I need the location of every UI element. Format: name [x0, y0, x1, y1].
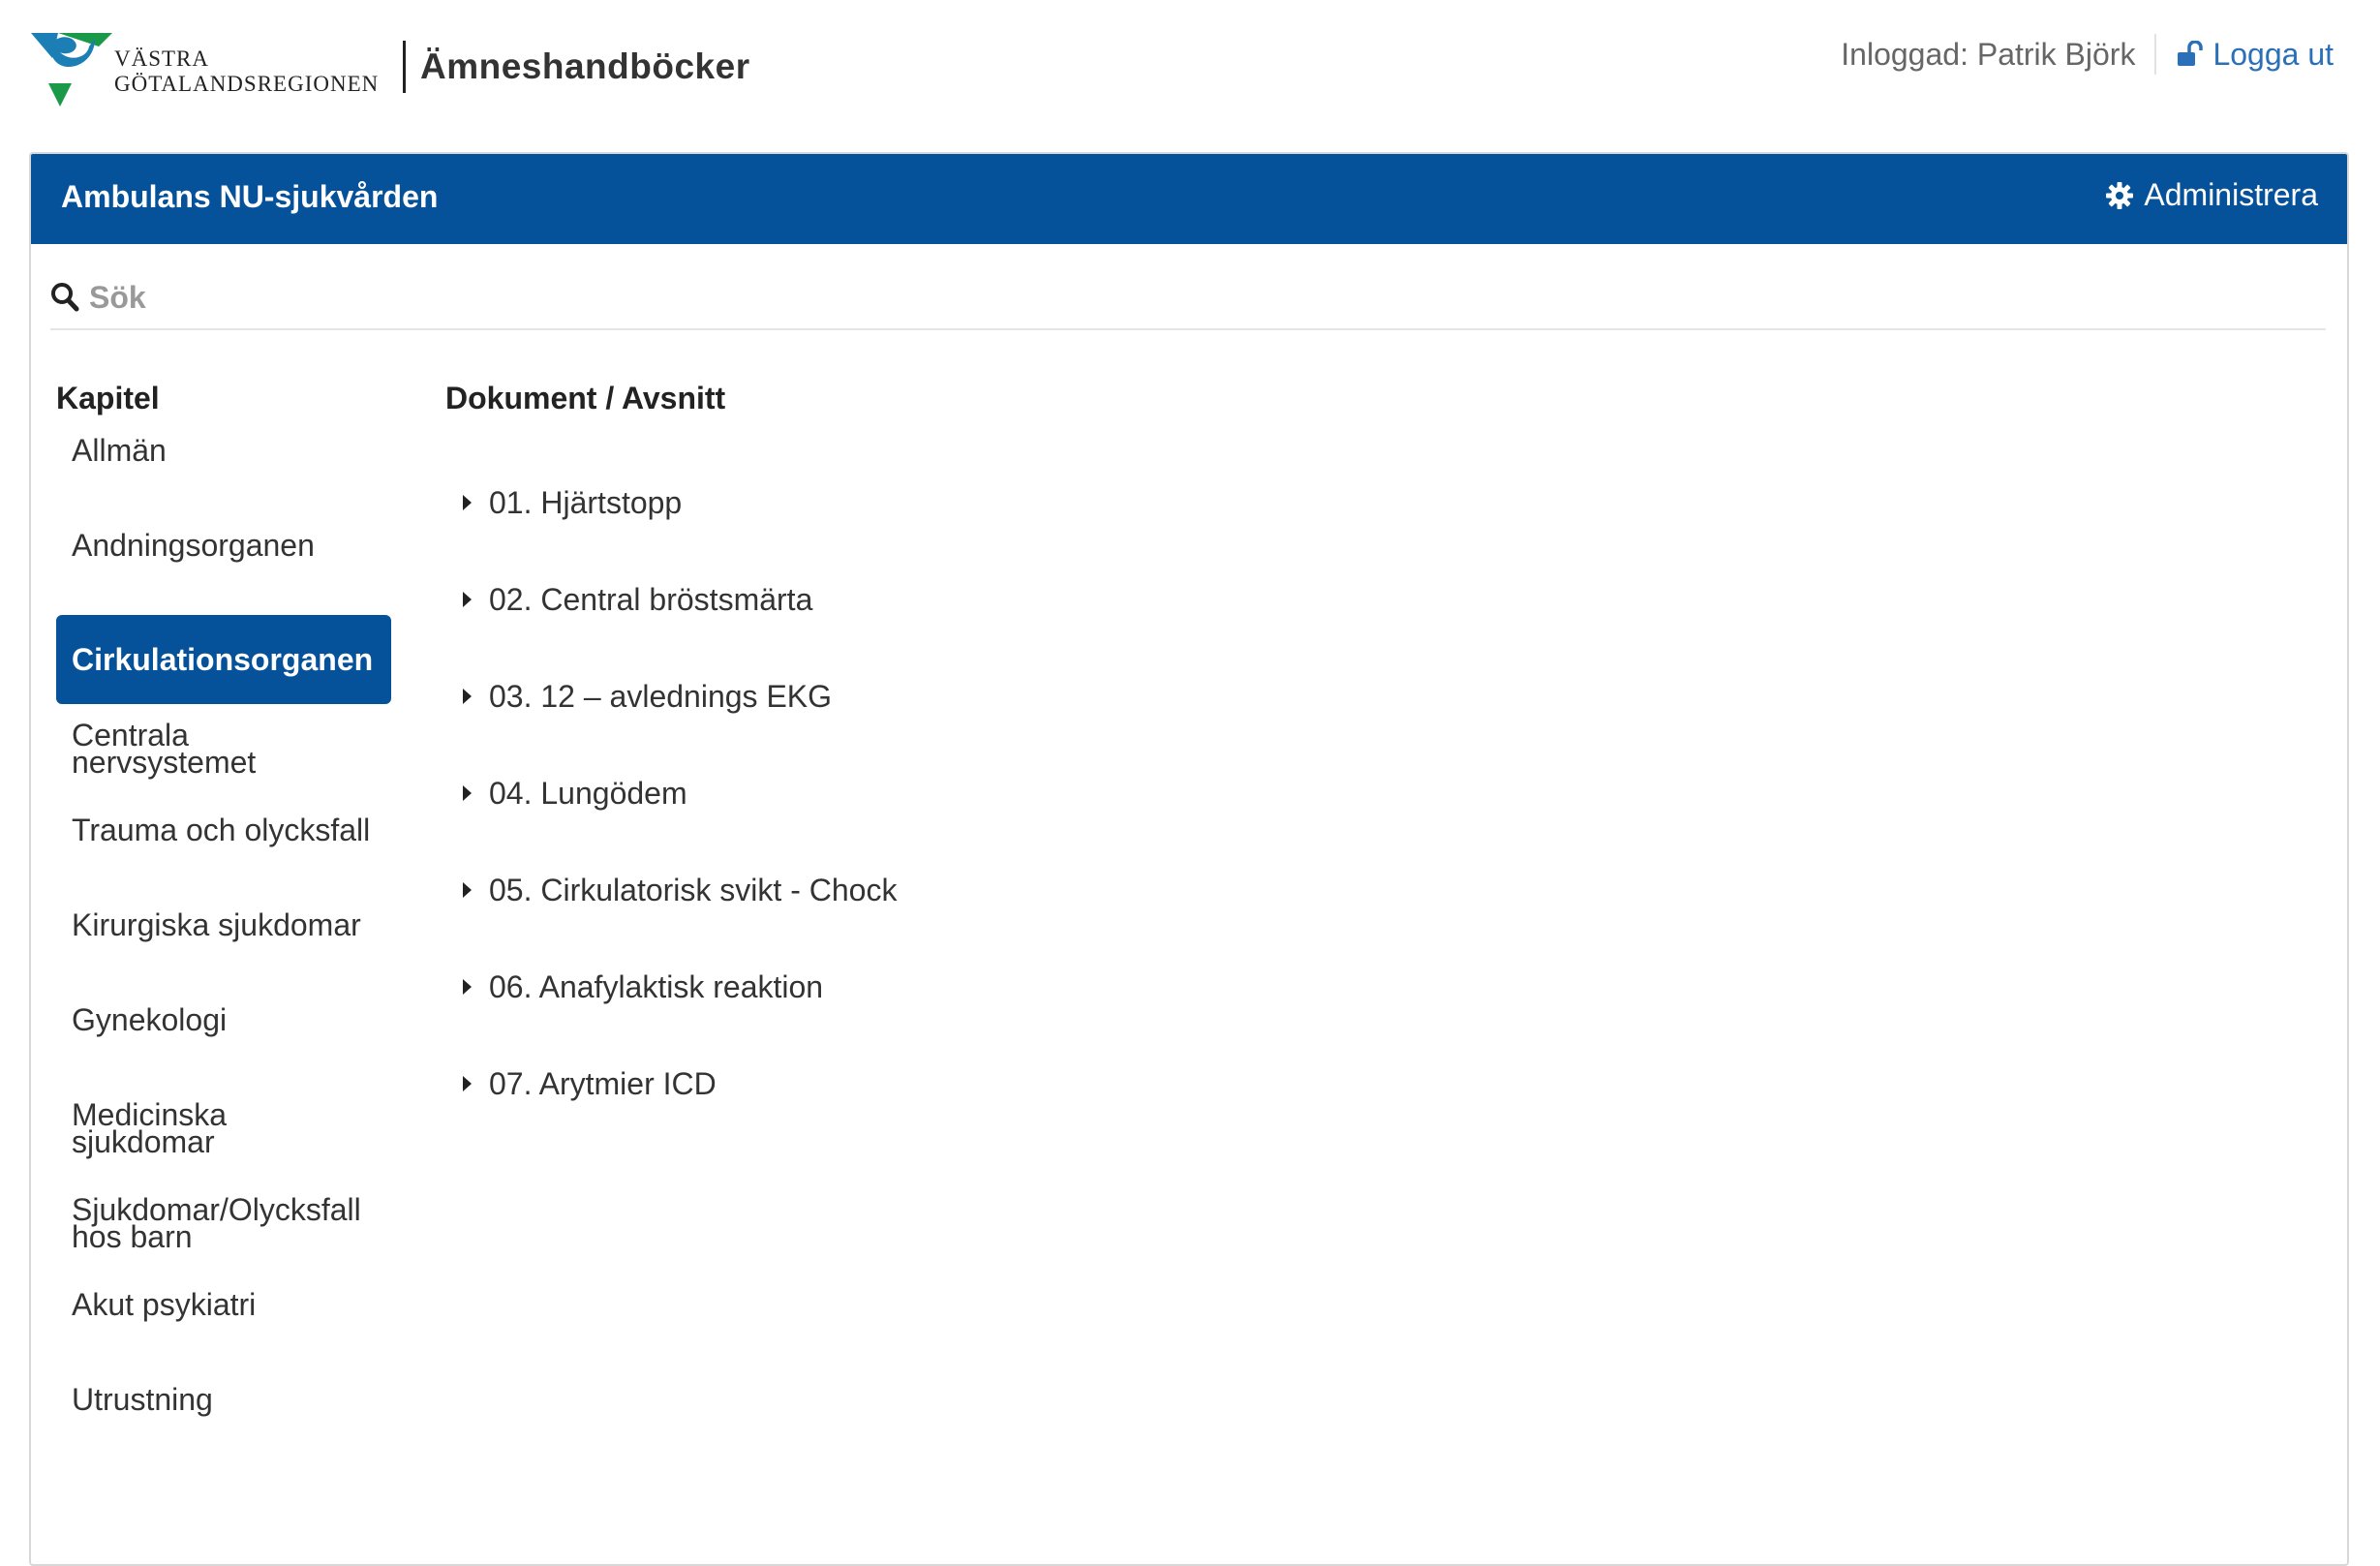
caret-right-icon	[463, 785, 472, 801]
document-label: 07. Arytmier ICD	[489, 1065, 717, 1101]
logout-link[interactable]: Logga ut	[2176, 37, 2334, 73]
logged-in-user: Inloggad: Patrik Björk	[1841, 36, 2136, 72]
chapter-item-trauma[interactable]: Trauma och olycksfall	[56, 805, 391, 900]
chapter-label: Gynekologi	[72, 1002, 228, 1037]
user-area: Inloggad: Patrik Björk Logga ut	[1841, 33, 2334, 76]
chapter-item-kirurgiska[interactable]: Kirurgiska sjukdomar	[56, 900, 391, 995]
document-item[interactable]: 06. Anafylaktisk reaktion	[455, 938, 897, 1035]
administer-label: Administrera	[2144, 177, 2318, 212]
document-item[interactable]: 01. Hjärtstopp	[455, 454, 897, 551]
chapter-label: Cirkulationsorganen	[72, 642, 374, 677]
chapter-item-barn[interactable]: Sjukdomar/Olycksfall hos barn	[56, 1184, 391, 1279]
search-input[interactable]	[87, 272, 2318, 322]
chapter-label: Sjukdomar/Olycksfall hos barn	[72, 1192, 361, 1254]
vgr-logo-icon	[31, 33, 112, 107]
panel-title: Ambulans NU-sjukvården	[61, 179, 439, 214]
chapter-item-medicinska[interactable]: Medicinska sjukdomar	[56, 1090, 391, 1184]
logout-label: Logga ut	[2212, 36, 2334, 72]
gear-icon	[2106, 181, 2134, 209]
search-icon	[51, 283, 79, 312]
logo-line-2: GÖTALANDSREGIONEN	[114, 72, 380, 96]
app-header: VÄSTRA GÖTALANDSREGIONEN Ämneshandböcker…	[0, 0, 2380, 150]
caret-right-icon	[463, 689, 472, 704]
document-label: 05. Cirkulatorisk svikt - Chock	[489, 872, 898, 907]
chapter-label: Utrustning	[72, 1382, 213, 1417]
document-item[interactable]: 05. Cirkulatorisk svikt - Chock	[455, 842, 897, 938]
document-label: 04. Lungödem	[489, 775, 687, 811]
chapter-list: Allmän Andningsorganen Cirkulationsorgan…	[56, 425, 391, 1469]
document-item[interactable]: 04. Lungödem	[455, 745, 897, 842]
administer-button[interactable]: Administrera	[2105, 177, 2318, 213]
chapter-item-gynekologi[interactable]: Gynekologi	[56, 995, 391, 1090]
caret-right-icon	[463, 495, 472, 510]
app-title[interactable]: Ämneshandböcker	[420, 46, 750, 87]
document-item[interactable]: 02. Central bröstsmärta	[455, 551, 897, 648]
chapter-label: Allmän	[72, 433, 167, 468]
document-label: 02. Central bröstsmärta	[489, 581, 813, 617]
chapter-label: Centrala nervsystemet	[72, 718, 257, 780]
vgr-logo[interactable]: VÄSTRA GÖTALANDSREGIONEN	[31, 29, 399, 116]
chapter-item-cirkulationsorganen[interactable]: Cirkulationsorganen	[56, 615, 391, 704]
chapter-item-andningsorganen[interactable]: Andningsorganen	[56, 520, 391, 615]
logo-wordmark: VÄSTRA GÖTALANDSREGIONEN	[114, 46, 379, 97]
chapter-item-akut-psykiatri[interactable]: Akut psykiatri	[56, 1279, 391, 1374]
chapters-heading: Kapitel	[56, 381, 160, 415]
document-item[interactable]: 03. 12 – avlednings EKG	[455, 648, 897, 745]
documents-heading: Dokument / Avsnitt	[445, 381, 726, 415]
chapter-label: Medicinska sjukdomar	[72, 1097, 228, 1159]
chapter-label: Kirurgiska sjukdomar	[72, 907, 361, 942]
search-bar	[50, 270, 2326, 330]
logo-line-1: VÄSTRA	[114, 46, 210, 71]
document-label: 06. Anafylaktisk reaktion	[489, 968, 824, 1004]
user-separator	[2154, 34, 2157, 75]
chapter-item-utrustning[interactable]: Utrustning	[56, 1374, 391, 1469]
document-item[interactable]: 07. Arytmier ICD	[455, 1035, 897, 1132]
unlock-icon	[2178, 41, 2204, 66]
chapter-item-allman[interactable]: Allmän	[56, 425, 391, 520]
caret-right-icon	[463, 882, 472, 898]
caret-right-icon	[463, 592, 472, 607]
chapter-label: Akut psykiatri	[72, 1287, 257, 1322]
chapter-label: Andningsorganen	[72, 528, 315, 563]
chapter-label: Trauma och olycksfall	[72, 813, 371, 847]
handbook-panel: Ambulans NU-sjukvården Administrera Sök …	[29, 152, 2349, 1566]
document-label: 01. Hjärtstopp	[489, 484, 683, 520]
caret-right-icon	[463, 1076, 472, 1091]
document-list: 01. Hjärtstopp 02. Central bröstsmärta 0…	[455, 454, 897, 1132]
panel-header-bar: Ambulans NU-sjukvården Administrera	[31, 154, 2347, 244]
document-label: 03. 12 – avlednings EKG	[489, 678, 833, 714]
caret-right-icon	[463, 979, 472, 995]
chapter-item-centrala-nervsystemet[interactable]: Centrala nervsystemet	[56, 710, 391, 805]
logo-divider	[403, 41, 406, 93]
